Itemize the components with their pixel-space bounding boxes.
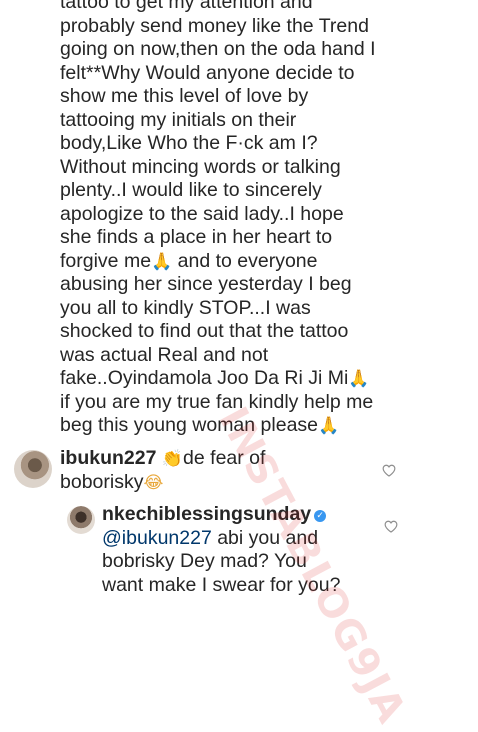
caption-line: body,Like Who the F·ck am I? <box>60 132 318 154</box>
comment-line: want make I swear for you? <box>102 573 341 596</box>
comment-line: boborisky😂 <box>60 471 380 495</box>
caption-line-with-emoji: beg this young woman please🙏 <box>60 414 472 438</box>
comment-text: boborisky <box>60 470 144 493</box>
comment-reply: nkechiblessingsunday ✓ @ibukun227 abi you… <box>102 503 392 597</box>
caption-line-with-emoji: forgive me🙏 and to everyone <box>60 250 472 274</box>
folded-hands-icon: 🙏 <box>318 416 340 436</box>
post-caption: tattoo to get my attention and probably … <box>60 0 472 438</box>
caption-text: and to everyone <box>172 249 318 272</box>
caption-line: you all to kindly STOP...I was <box>60 296 311 319</box>
caption-line: going on now,then on the oda hand I <box>60 38 376 60</box>
comment: ibukun227 👏de fear of boborisky😂 <box>60 447 380 494</box>
caption-line: Without mincing words or talking <box>60 155 341 178</box>
caption-text: forgive me <box>60 249 152 272</box>
caption-line: plenty..I would like to sincerely <box>60 179 322 201</box>
folded-hands-icon: 🙏 <box>348 369 370 389</box>
caption-line: tattooing my initials on their <box>60 108 297 131</box>
comment-line: ibukun227 👏de fear of <box>60 447 380 471</box>
heart-outline-icon[interactable] <box>384 520 398 533</box>
comment-text: abi you and <box>211 526 319 549</box>
caption-line: tattoo to get my attention and <box>60 0 313 13</box>
comment-mention[interactable]: @ibukun227 <box>102 527 212 549</box>
heart-outline-icon[interactable] <box>382 464 396 477</box>
caption-line: if you are my true fan kindly help me <box>60 390 374 413</box>
caption-line: abusing her since yesterday I beg <box>60 273 352 295</box>
tears-of-joy-icon: 😂 <box>143 472 164 493</box>
caption-line: show me this level of love by <box>60 85 309 107</box>
caption-line: she finds a place in her heart to <box>60 226 333 248</box>
comment-username[interactable]: ibukun227 <box>60 447 156 469</box>
caption-line: shocked to find out that the tattoo <box>60 320 349 342</box>
verified-badge-icon: ✓ <box>314 510 327 522</box>
caption-text: beg this young woman please <box>60 414 319 436</box>
caption-line: probably send money like the Trend <box>60 14 369 37</box>
avatar[interactable] <box>14 450 52 488</box>
clapping-hands-icon: 👏 <box>161 449 184 469</box>
folded-hands-icon: 🙏 <box>151 251 173 272</box>
caption-line: was actual Real and not <box>60 343 269 366</box>
caption-line-with-emoji: fake..Oyindamola Joo Da Ri Ji Mi🙏 <box>60 367 472 391</box>
comment-line: bobrisky Dey mad? You <box>102 550 307 572</box>
comment-text: de fear of <box>183 447 266 469</box>
comment-username[interactable]: nkechiblessingsunday <box>102 503 311 525</box>
caption-line: felt**Why Would anyone decide to <box>60 61 355 84</box>
comment-line: nkechiblessingsunday ✓ <box>102 503 392 527</box>
caption-line: apologize to the said lady..I hope <box>60 202 344 225</box>
caption-text: fake..Oyindamola Joo Da Ri Ji Mi <box>60 367 349 389</box>
avatar[interactable] <box>67 506 95 534</box>
comment-line: @ibukun227 abi you and <box>102 527 392 551</box>
